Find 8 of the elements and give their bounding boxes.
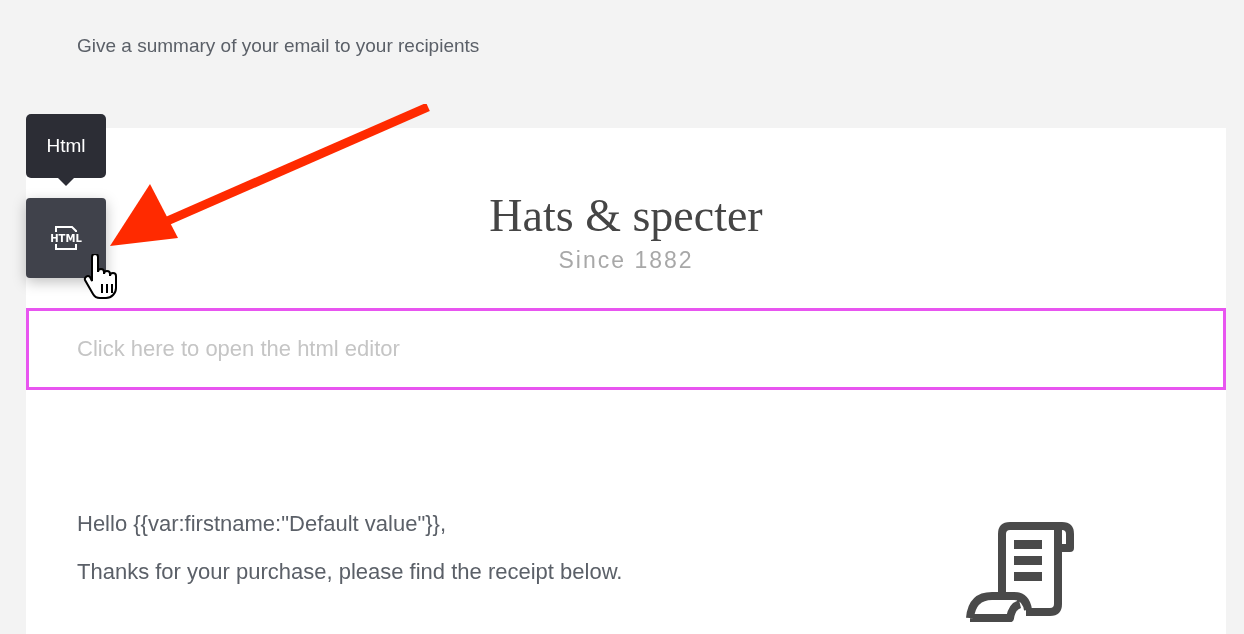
html-button[interactable]: HTML — [26, 198, 106, 278]
tooltip: Html — [26, 114, 106, 178]
body-text: Hello {{var:firstname:"Default value"}}, — [77, 510, 448, 538]
tooltip-pointer — [58, 178, 74, 186]
body-text: Thanks for your purchase, please find the receipt below. — [77, 558, 623, 586]
summary-text: Give a summary of your email to your recipients — [76, 34, 481, 58]
logo-title: Hats & specter — [489, 190, 763, 242]
logo-tagline: Since 1882 — [558, 246, 694, 274]
